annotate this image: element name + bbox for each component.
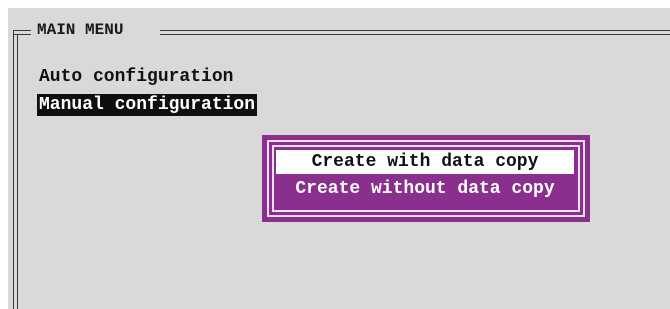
main-menu-title: MAIN MENU — [37, 21, 124, 39]
frame-line — [17, 34, 18, 309]
frame-line — [13, 30, 31, 31]
frame-line — [160, 30, 670, 31]
bios-screen: MAIN MENU Auto configuration Manual conf… — [0, 0, 670, 309]
frame-line — [160, 34, 670, 35]
option-create-without-data-copy[interactable]: Create without data copy — [276, 177, 574, 201]
create-option-popup: Create with data copy Create without dat… — [262, 135, 590, 222]
option-create-with-data-copy[interactable]: Create with data copy — [276, 150, 574, 174]
frame-line — [13, 34, 31, 35]
menu-item-auto-configuration[interactable]: Auto configuration — [37, 66, 235, 88]
frame-line — [13, 30, 14, 309]
menu-item-manual-configuration[interactable]: Manual configuration — [37, 94, 258, 116]
